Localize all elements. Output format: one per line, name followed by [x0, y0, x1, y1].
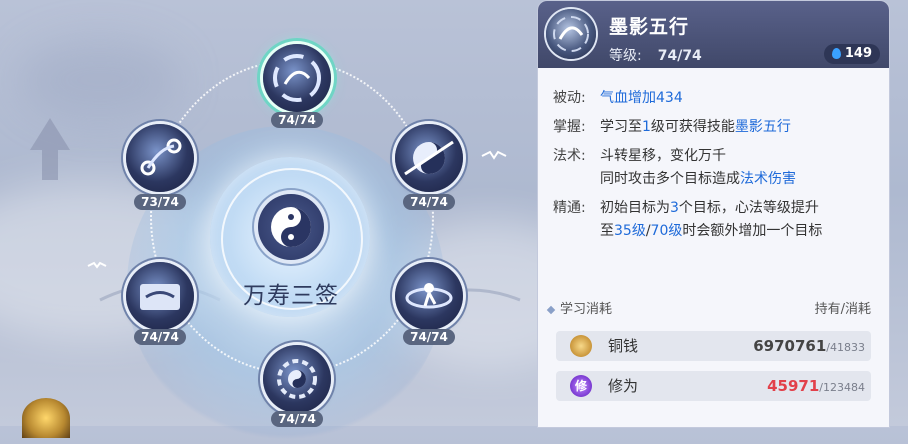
row-mastery: 掌握: 学习至1级可获得技能墨影五行: [553, 116, 883, 139]
skill-description: 被动: 气血增加434 掌握: 学习至1级可获得技能墨影五行 法术: 斗转星移，…: [553, 87, 883, 249]
currency-badge: 149: [824, 44, 880, 64]
cost-section-right-label: 持有/消耗: [814, 302, 871, 317]
scroll-icon: [140, 284, 180, 310]
yin-yang-icon[interactable]: [258, 194, 324, 260]
highlight: 1: [642, 119, 651, 135]
ink-swirl-icon: [273, 54, 321, 102]
highlight: 35级: [614, 223, 646, 239]
skill-detail-panel: 墨影五行 等级: 74/74 149 被动: 气血增加434 掌握: 学习至1级可…: [537, 0, 890, 428]
cost-name: 修为: [608, 377, 639, 395]
skill-level: 等级: 74/74: [609, 45, 702, 65]
skill-node-lower-left-level: 74/74: [134, 329, 186, 345]
cost-value: 45971/123484: [767, 371, 865, 403]
text: 初始目标为: [600, 200, 670, 216]
skill-node-top-level: 74/74: [271, 112, 323, 128]
highlight: 70级: [650, 223, 683, 239]
text: 个目标，心法等级提升: [678, 200, 819, 216]
copper-coin-icon: [570, 335, 592, 357]
row-spell: 法术: 斗转星移，变化万千 同时攻击多个目标造成法术伤害: [553, 145, 883, 191]
highlight: 墨影五行: [734, 119, 791, 135]
skill-node-upper-left-level: 73/74: [134, 194, 186, 210]
cost-value: 6970761/41833: [753, 331, 865, 363]
bagua-icon: [277, 359, 317, 399]
level-label: 等级:: [609, 48, 642, 64]
level-value: 74/74: [657, 48, 702, 64]
mastery-text: 学习至1级可获得技能墨影五行: [600, 116, 791, 139]
skill-node-bottom[interactable]: [263, 345, 331, 413]
text: 学习至: [600, 119, 642, 135]
cost-section-header: 学习消耗 持有/消耗: [546, 298, 871, 317]
skill-node-bottom-level: 74/74: [271, 411, 323, 427]
passive-value: 气血增加434: [600, 90, 683, 106]
skill-node-upper-right[interactable]: [395, 124, 463, 192]
cost-row-cultivation: 修 修为 45971/123484: [556, 371, 871, 401]
currency-badge-value: 149: [844, 46, 872, 61]
skill-node-lower-right-level: 74/74: [403, 329, 455, 345]
spell-text: 斗转星移，变化万千 同时攻击多个目标造成法术伤害: [600, 145, 796, 191]
held-amount: 6970761: [753, 337, 827, 355]
cost-name: 铜钱: [608, 337, 639, 355]
required-amount: /123484: [819, 381, 865, 394]
skill-node-upper-left[interactable]: [126, 124, 194, 192]
held-amount: 45971: [767, 377, 820, 395]
highlight: 法术伤害: [740, 171, 796, 187]
text: 级可获得技能: [650, 119, 735, 135]
skill-node-top[interactable]: [263, 44, 331, 112]
skill-node-lower-left[interactable]: [126, 262, 194, 330]
text: 时会额外增加一个目标: [682, 223, 823, 239]
panel-header: 墨影五行 等级: 74/74 149: [538, 1, 889, 68]
skill-icon: [546, 9, 596, 59]
required-amount: /41833: [826, 341, 865, 354]
skill-node-upper-right-level: 74/74: [403, 194, 455, 210]
water-drop-icon: [832, 48, 841, 59]
diamond-icon: [546, 305, 556, 314]
taiji-sword-icon: [404, 140, 454, 176]
cultivation-icon: 修: [570, 375, 592, 397]
character-avatar[interactable]: [22, 398, 70, 438]
skill-title: 墨影五行: [609, 16, 690, 38]
text: 同时攻击多个目标造成: [600, 171, 740, 187]
text: 至: [600, 223, 614, 239]
orb-chain-icon: [140, 138, 182, 176]
row-key: 精通:: [553, 200, 586, 216]
row-key: 法术:: [553, 148, 586, 164]
row-passive: 被动: 气血增加434: [553, 87, 883, 110]
center-title: 万寿三签: [243, 283, 339, 309]
row-key: 被动:: [553, 90, 586, 106]
proficiency-text: 初始目标为3个目标，心法等级提升 至35级/70级时会额外增加一个目标: [600, 197, 822, 243]
cost-section-label: 学习消耗: [560, 302, 613, 317]
row-key: 掌握:: [553, 119, 586, 135]
text: 斗转星移，变化万千: [600, 148, 726, 164]
row-proficiency: 精通: 初始目标为3个目标，心法等级提升 至35级/70级时会额外增加一个目标: [553, 197, 883, 243]
skill-node-lower-right[interactable]: [395, 262, 463, 330]
cost-row-copper: 铜钱 6970761/41833: [556, 331, 871, 361]
whirlwind-figure-icon: [405, 283, 453, 309]
highlight: 3: [670, 200, 679, 216]
